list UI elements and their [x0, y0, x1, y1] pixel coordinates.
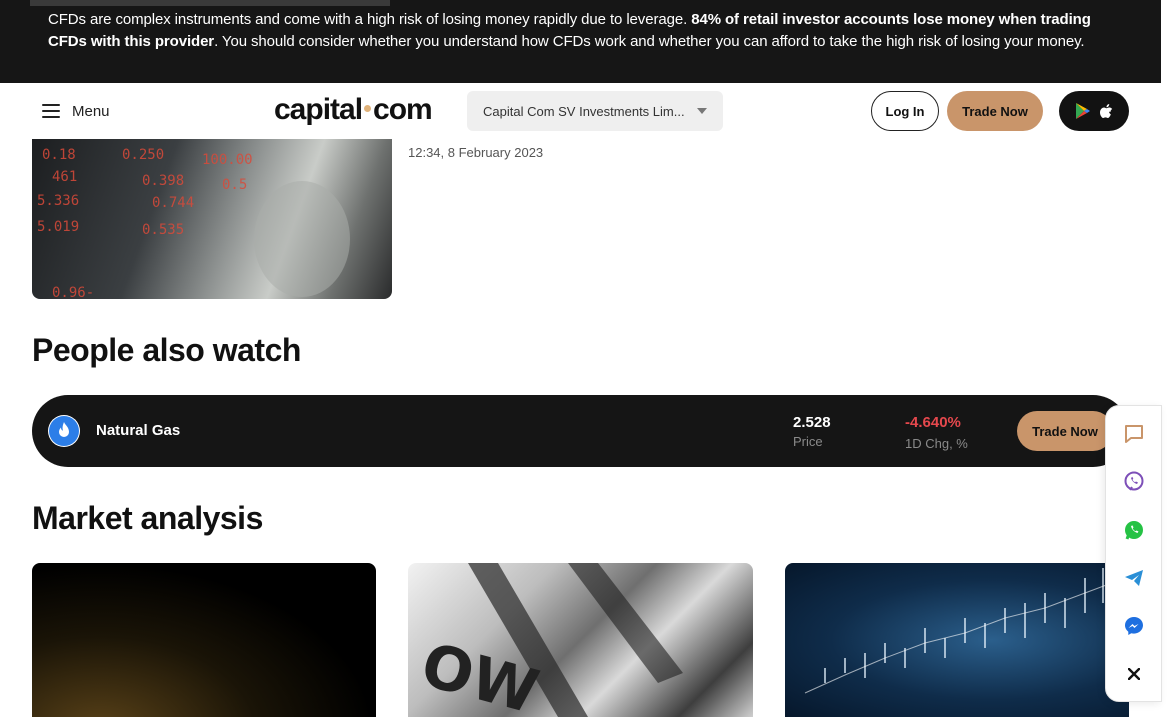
- analysis-card-3[interactable]: [785, 563, 1129, 717]
- article-date: 12:34, 8 February 2023: [408, 145, 544, 160]
- messenger-icon[interactable]: [1122, 614, 1146, 638]
- telegram-icon[interactable]: [1122, 566, 1146, 590]
- hamburger-icon: [42, 104, 60, 118]
- whatsapp-icon[interactable]: [1122, 518, 1146, 542]
- app-download-button[interactable]: [1059, 91, 1129, 131]
- analysis-card-2[interactable]: OW: [408, 563, 753, 717]
- capital-com-logo[interactable]: capital com: [274, 93, 433, 127]
- risk-warning-text: CFDs are complex instruments and come wi…: [48, 11, 692, 28]
- price-label: Price: [793, 434, 823, 449]
- google-play-icon: [1076, 103, 1090, 119]
- apple-icon: [1100, 103, 1113, 118]
- instrument-price: 2.528: [793, 414, 831, 431]
- close-icon[interactable]: [1122, 662, 1146, 686]
- social-share-widget: [1105, 405, 1162, 702]
- instrument-name[interactable]: Natural Gas: [96, 422, 180, 439]
- trade-now-button[interactable]: Trade Now: [947, 91, 1043, 131]
- caret-down-icon: [697, 108, 707, 114]
- article-image[interactable]: 0.18 0.250 100.00 461 0.398 0.5 5.336 0.744 5…: [32, 139, 392, 299]
- card-3-chart-image: [804, 568, 1126, 694]
- menu-label: Menu: [72, 102, 110, 120]
- banner-ghost: [30, 0, 390, 6]
- svg-text:0.96-: 0.96-: [52, 285, 94, 299]
- card-2-image: OW: [414, 563, 683, 717]
- login-button[interactable]: Log In: [871, 91, 939, 131]
- change-label: 1D Chg, %: [905, 436, 968, 451]
- menu-button[interactable]: Menu: [42, 99, 110, 123]
- svg-text:0.18: 0.18: [42, 147, 76, 163]
- svg-text:5.019: 5.019: [37, 219, 79, 235]
- svg-text:461: 461: [52, 169, 77, 185]
- logo-text-right: com: [373, 93, 433, 126]
- svg-text:5.336: 5.336: [37, 193, 79, 209]
- svg-text:0.5: 0.5: [222, 177, 247, 193]
- svg-text:0.744: 0.744: [152, 195, 194, 211]
- analysis-card-1[interactable]: [32, 563, 376, 717]
- viber-icon[interactable]: [1122, 470, 1146, 494]
- natural-gas-icon: [48, 415, 80, 447]
- watch-list-row[interactable]: Natural Gas 2.528 Price -4.640% 1D Chg, …: [32, 395, 1129, 467]
- instrument-change: -4.640%: [905, 414, 961, 431]
- svg-text:0.250: 0.250: [122, 147, 164, 163]
- logo-text-left: capital: [274, 93, 363, 126]
- risk-warning-text-end: . You should consider whether you unders…: [214, 33, 1085, 50]
- risk-warning-banner: CFDs are complex instruments and come wi…: [0, 0, 1161, 83]
- entity-select[interactable]: Capital Com SV Investments Lim...: [467, 91, 723, 131]
- market-analysis-title: Market analysis: [32, 500, 263, 536]
- entity-select-value: Capital Com SV Investments Lim...: [483, 103, 685, 119]
- chat-icon[interactable]: [1122, 422, 1146, 446]
- svg-text:0.535: 0.535: [142, 222, 184, 238]
- dollar-bill-image: 0.18 0.250 100.00 461 0.398 0.5 5.336 0.744 5…: [37, 147, 350, 299]
- people-also-watch-title: People also watch: [32, 332, 301, 368]
- instrument-trade-now-button[interactable]: Trade Now: [1017, 411, 1113, 451]
- site-header: Menu capital com Capital Com SV Investmen…: [0, 83, 1161, 139]
- svg-text:0.398: 0.398: [142, 173, 184, 189]
- svg-text:100.00: 100.00: [202, 152, 253, 168]
